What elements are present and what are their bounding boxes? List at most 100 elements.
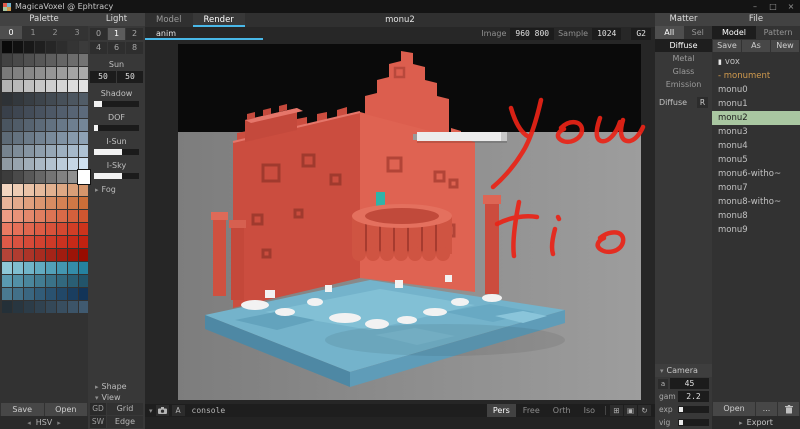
palette-swatch[interactable] xyxy=(2,132,12,144)
palette-swatch[interactable] xyxy=(2,249,12,261)
console-input[interactable]: console xyxy=(192,406,226,415)
palette-swatch[interactable] xyxy=(46,158,56,170)
camera-mode-iso[interactable]: Iso xyxy=(578,404,601,417)
palette-tab-2[interactable]: 2 xyxy=(44,26,66,39)
camera-mode-free[interactable]: Free xyxy=(517,404,546,417)
palette-swatch[interactable] xyxy=(35,210,45,222)
fog-section[interactable]: ▸Fog xyxy=(88,179,145,194)
palette-swatch[interactable] xyxy=(13,184,23,196)
light-preset-4[interactable]: 4 xyxy=(90,42,107,54)
palette-swatch[interactable] xyxy=(2,288,12,300)
light-preset-6[interactable]: 6 xyxy=(108,42,125,54)
palette-swatch[interactable] xyxy=(35,184,45,196)
file-item[interactable]: monu7 xyxy=(712,181,800,195)
palette-swatch[interactable] xyxy=(13,145,23,157)
light-preset-0[interactable]: 0 xyxy=(90,28,107,40)
palette-swatch[interactable] xyxy=(13,236,23,248)
light-preset-1[interactable]: 1 xyxy=(108,28,125,40)
file-item[interactable]: monu1 xyxy=(712,97,800,111)
tab-anim[interactable]: anim xyxy=(145,27,187,40)
palette-swatch[interactable] xyxy=(68,236,78,248)
minimize-button[interactable]: – xyxy=(746,0,764,13)
palette-swatch[interactable] xyxy=(46,210,56,222)
palette-swatch[interactable] xyxy=(24,288,34,300)
palette-swatch[interactable] xyxy=(13,158,23,170)
camera-section-header[interactable]: ▾Camera xyxy=(655,364,712,377)
palette-swatch[interactable] xyxy=(35,145,45,157)
palette-swatch[interactable] xyxy=(79,171,89,183)
project-open-button[interactable]: Open xyxy=(713,402,755,416)
file-new-button[interactable]: New xyxy=(771,40,799,52)
palette-swatch[interactable] xyxy=(13,106,23,118)
export-section[interactable]: ▸Export xyxy=(712,416,800,429)
file-saveas-button[interactable]: As xyxy=(742,40,770,52)
camera-exposure-slider[interactable] xyxy=(678,406,709,413)
isky-slider[interactable] xyxy=(94,173,139,179)
tab-model[interactable]: Model xyxy=(145,13,193,27)
palette-swatch[interactable] xyxy=(68,54,78,66)
palette-swatch[interactable] xyxy=(2,119,12,131)
palette-swatch[interactable] xyxy=(35,93,45,105)
palette-swatch[interactable] xyxy=(68,132,78,144)
palette-swatch[interactable] xyxy=(2,67,12,79)
palette-swatch[interactable] xyxy=(2,41,12,53)
palette-swatch[interactable] xyxy=(2,145,12,157)
palette-swatch[interactable] xyxy=(46,80,56,92)
file-item[interactable]: ▮vox xyxy=(712,55,800,69)
palette-swatch[interactable] xyxy=(46,197,56,209)
shadow-slider[interactable] xyxy=(94,101,139,107)
file-item[interactable]: monu4 xyxy=(712,139,800,153)
palette-swatch[interactable] xyxy=(13,223,23,235)
camera-gamma-field[interactable]: 2.2 xyxy=(678,391,709,402)
channel-r-toggle[interactable]: R xyxy=(697,97,708,108)
palette-swatch[interactable] xyxy=(2,171,12,183)
palette-swatch[interactable] xyxy=(24,93,34,105)
edge-toggle[interactable]: Edge xyxy=(107,416,143,428)
material-diffuse[interactable]: Diffuse xyxy=(655,39,712,52)
palette-swatch[interactable] xyxy=(13,119,23,131)
palette-swatch[interactable] xyxy=(35,249,45,261)
gd-toggle[interactable]: GD xyxy=(90,403,106,415)
file-item[interactable]: monu3 xyxy=(712,125,800,139)
palette-swatch[interactable] xyxy=(13,301,23,313)
material-metal[interactable]: Metal xyxy=(655,52,712,65)
image-size-field[interactable]: 960 800 xyxy=(510,28,554,40)
sun-angle-field[interactable]: 50 xyxy=(90,71,116,83)
palette-swatch[interactable] xyxy=(24,249,34,261)
camera-mode-pers[interactable]: Pers xyxy=(487,404,516,417)
palette-swatch[interactable] xyxy=(57,132,67,144)
palette-swatch[interactable] xyxy=(13,210,23,222)
file-item[interactable]: monu9 xyxy=(712,223,800,237)
view-section[interactable]: ▾View xyxy=(88,391,145,402)
palette-swatch[interactable] xyxy=(24,106,34,118)
palette-swatch[interactable] xyxy=(46,54,56,66)
close-button[interactable]: × xyxy=(782,0,800,13)
palette-swatch[interactable] xyxy=(68,223,78,235)
shape-section[interactable]: ▸Shape xyxy=(88,382,145,391)
palette-swatch[interactable] xyxy=(57,210,67,222)
grid-toggle[interactable]: Grid xyxy=(107,403,143,415)
sample-field[interactable]: 1024 xyxy=(592,28,621,40)
palette-swatch[interactable] xyxy=(24,262,34,274)
palette-swatch[interactable] xyxy=(68,145,78,157)
palette-swatch[interactable] xyxy=(24,54,34,66)
palette-swatch[interactable] xyxy=(2,197,12,209)
palette-swatch[interactable] xyxy=(46,132,56,144)
palette-swatch[interactable] xyxy=(2,106,12,118)
palette-swatch[interactable] xyxy=(13,197,23,209)
palette-swatch[interactable] xyxy=(13,262,23,274)
palette-swatch[interactable] xyxy=(68,210,78,222)
palette-swatch[interactable] xyxy=(46,236,56,248)
file-item[interactable]: monu6-witho~ xyxy=(712,167,800,181)
light-preset-8[interactable]: 8 xyxy=(126,42,143,54)
dof-slider[interactable] xyxy=(94,125,139,131)
palette-swatch[interactable] xyxy=(2,158,12,170)
screenshot-button[interactable] xyxy=(156,405,169,416)
maximize-button[interactable]: □ xyxy=(764,0,782,13)
palette-swatch[interactable] xyxy=(24,236,34,248)
camera-angle-key[interactable]: a xyxy=(658,379,668,389)
palette-swatch[interactable] xyxy=(24,184,34,196)
palette-swatch[interactable] xyxy=(2,236,12,248)
palette-swatch[interactable] xyxy=(57,197,67,209)
palette-swatch[interactable] xyxy=(46,262,56,274)
